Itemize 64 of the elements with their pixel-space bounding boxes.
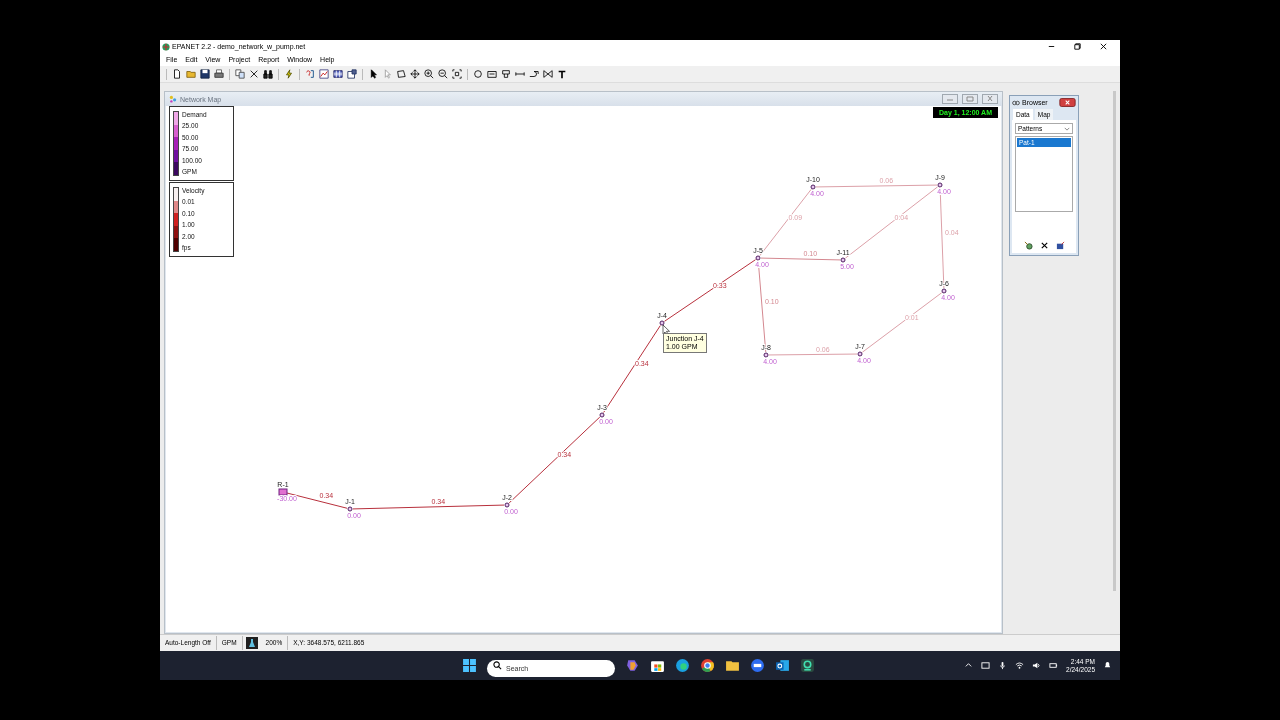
valve-icon[interactable] [543,69,553,79]
junction-node[interactable] [937,182,943,188]
scrollbar[interactable] [1113,91,1116,591]
map-window-icon [169,95,177,103]
junction-node[interactable] [755,255,761,261]
full-extent-icon[interactable] [452,69,462,79]
close-icon[interactable] [1099,42,1108,51]
browser-icon[interactable] [675,658,690,673]
printer-icon[interactable] [214,69,224,79]
speaker-icon[interactable] [1032,661,1042,670]
windows-start-icon[interactable] [462,658,477,673]
binoculars-icon [1012,98,1020,107]
junction-node[interactable] [347,506,353,512]
zoom-out-icon[interactable] [438,69,448,79]
battery-icon[interactable] [1049,661,1059,670]
pointer-icon[interactable] [368,69,378,79]
junction-node[interactable] [840,257,846,263]
display-icon[interactable] [981,661,991,670]
search-icon [493,661,502,670]
junction-node[interactable] [810,184,816,190]
reservoir-icon[interactable] [487,69,497,79]
junction-node[interactable] [763,352,769,358]
run-status-icon [245,637,258,649]
reservoir-node[interactable] [278,488,288,496]
text-tool-icon[interactable] [557,69,567,79]
binoculars-icon[interactable] [263,69,273,79]
options-icon[interactable] [347,69,357,79]
app-icon[interactable] [800,658,815,673]
delete-icon[interactable] [249,69,259,79]
pump-icon[interactable] [529,69,539,79]
graph-icon[interactable] [319,69,329,79]
video-call-icon[interactable] [750,658,765,673]
junction-node[interactable] [857,351,863,357]
select-region-icon[interactable] [396,69,406,79]
copilot-icon[interactable] [625,658,640,673]
junction-node[interactable] [599,412,605,418]
app-logo-icon [162,42,170,51]
folder-icon[interactable] [725,658,740,673]
cursor-icon [662,324,670,337]
microphone-icon[interactable] [998,661,1008,670]
pipe-icon[interactable] [515,69,525,79]
chevron-up-icon[interactable] [964,661,974,670]
query-icon[interactable] [305,69,315,79]
junction-node[interactable] [659,320,665,326]
close-icon[interactable] [1059,98,1076,107]
edit-icon[interactable] [1055,241,1065,250]
maximize-icon[interactable] [1073,42,1082,51]
store-icon[interactable] [650,658,665,673]
copy-icon[interactable] [235,69,245,79]
mail-icon[interactable] [775,658,790,673]
add-icon[interactable] [1023,241,1033,250]
pan-icon[interactable] [410,69,420,79]
browser-icon[interactable] [700,658,715,673]
new-file-icon[interactable] [172,69,182,79]
zoom-in-icon[interactable] [424,69,434,79]
tank-icon[interactable] [501,69,511,79]
delete-icon[interactable] [1039,241,1049,250]
notification-bell-icon[interactable] [1103,661,1112,670]
table-icon[interactable] [333,69,343,79]
wifi-icon[interactable] [1015,661,1025,670]
lightning-icon[interactable] [284,69,294,79]
junction-node[interactable] [504,502,510,508]
junction-node[interactable] [941,288,947,294]
caret-icon [1064,126,1070,131]
